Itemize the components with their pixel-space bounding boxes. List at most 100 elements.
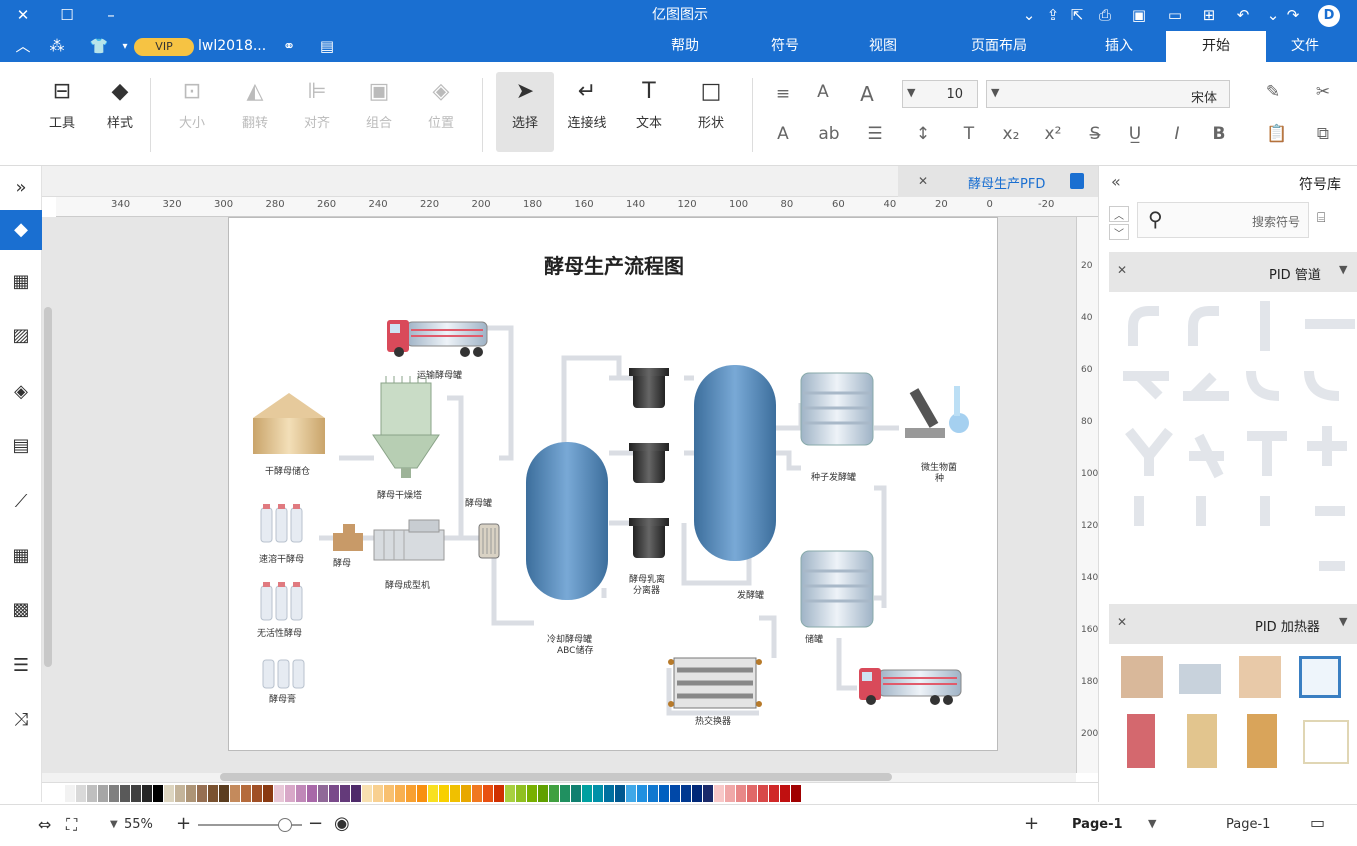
zoom-level[interactable]: 55% — [124, 817, 153, 832]
font-family-select[interactable]: ▼ 宋体 — [986, 80, 1230, 108]
tab-help[interactable]: 帮助 — [652, 31, 718, 62]
palette-swatch[interactable] — [318, 785, 328, 802]
palette-swatch[interactable] — [208, 785, 218, 802]
library-menu-icon[interactable]: ⌸ — [1317, 210, 1325, 226]
print-icon[interactable]: ⎙ — [1094, 0, 1116, 31]
apps-icon[interactable]: ⁂ — [46, 31, 68, 62]
text-button[interactable]: T 文本 — [620, 72, 678, 152]
palette-swatch[interactable] — [54, 785, 64, 802]
collapse-panel-icon[interactable]: « — [1111, 172, 1121, 191]
palette-swatch[interactable] — [472, 785, 482, 802]
close-icon[interactable]: ✕ — [918, 174, 928, 188]
collapse-ribbon-icon[interactable]: ︿ — [12, 31, 34, 62]
symbol-search-input[interactable]: ⚲ 搜索符号 — [1137, 202, 1309, 238]
palette-swatch[interactable] — [230, 785, 240, 802]
palette-swatch[interactable] — [626, 785, 636, 802]
palette-swatch[interactable] — [131, 785, 141, 802]
username[interactable]: lwl2018... — [198, 31, 266, 62]
palette-swatch[interactable] — [516, 785, 526, 802]
palette-swatch[interactable] — [571, 785, 581, 802]
superscript-icon[interactable]: x² — [1042, 124, 1064, 144]
chevron-down-icon[interactable]: ⌄ — [1262, 0, 1284, 31]
bold-icon[interactable]: B — [1208, 124, 1230, 144]
connector-button[interactable]: ↵ 连接线 — [558, 72, 616, 152]
close-icon[interactable]: ✕ — [1117, 263, 1127, 277]
spacing-icon[interactable]: ↕ — [912, 124, 934, 144]
save-icon[interactable]: ▣ — [1128, 0, 1150, 31]
palette-swatch[interactable] — [252, 785, 262, 802]
palette-swatch[interactable] — [494, 785, 504, 802]
palette-swatch[interactable] — [615, 785, 625, 802]
underline-icon[interactable]: U̲ — [1124, 124, 1146, 144]
palette-swatch[interactable] — [483, 785, 493, 802]
font-color-icon[interactable]: A — [772, 124, 794, 144]
select-button[interactable]: ➤ 选择 — [496, 72, 554, 152]
zoom-slider-handle[interactable] — [278, 818, 292, 832]
palette-swatch[interactable] — [549, 785, 559, 802]
section-pid-heaters[interactable]: ✕ PID 加热器 ▼ — [1109, 604, 1357, 644]
palette-swatch[interactable] — [406, 785, 416, 802]
group-button[interactable]: ▣ 组合 — [350, 72, 408, 152]
font-size-select[interactable]: ▼ 10 — [902, 80, 978, 108]
palette-swatch[interactable] — [395, 785, 405, 802]
chevron-down-icon[interactable]: ▾ — [114, 31, 136, 62]
tshirt-icon[interactable]: 👕 — [88, 31, 110, 62]
palette-swatch[interactable] — [263, 785, 273, 802]
image-icon[interactable]: ▨ — [0, 316, 42, 356]
palette-swatch[interactable] — [659, 785, 669, 802]
vertical-scrollbar[interactable] — [44, 307, 52, 667]
palette-swatch[interactable] — [703, 785, 713, 802]
palette-swatch[interactable] — [175, 785, 185, 802]
italic-icon[interactable]: I — [1166, 124, 1188, 144]
tab-symbols[interactable]: 符号 — [752, 31, 818, 62]
scroll-up-icon[interactable]: ︿ — [1109, 206, 1129, 222]
palette-swatch[interactable] — [186, 785, 196, 802]
palette-swatch[interactable] — [142, 785, 152, 802]
font-shrink-icon[interactable]: A — [812, 82, 834, 102]
palette-swatch[interactable] — [329, 785, 339, 802]
text-format-icon[interactable]: T — [958, 124, 980, 144]
scroll-thumb[interactable] — [220, 773, 892, 781]
page-tab[interactable]: Page-1 — [1072, 817, 1123, 832]
page-selector[interactable]: Page-1 — [1226, 817, 1270, 832]
layers-icon[interactable]: ◈ — [0, 372, 42, 412]
palette-swatch[interactable] — [285, 785, 295, 802]
redo-icon[interactable]: ↷ — [1282, 0, 1304, 31]
tab-file[interactable]: 文件 — [1272, 31, 1338, 62]
palette-swatch[interactable] — [153, 785, 163, 802]
list-icon[interactable]: ☰ — [864, 124, 886, 144]
shuffle-icon[interactable]: ⤨ — [0, 700, 42, 740]
palette-swatch[interactable] — [505, 785, 515, 802]
palette-swatch[interactable] — [98, 785, 108, 802]
palette-swatch[interactable] — [76, 785, 86, 802]
palette-swatch[interactable] — [197, 785, 207, 802]
palette-swatch[interactable] — [65, 785, 75, 802]
palette-swatch[interactable] — [307, 785, 317, 802]
strikethrough-icon[interactable]: S̶ — [1084, 124, 1106, 144]
highlight-icon[interactable]: ab — [818, 124, 840, 144]
heater-symbol[interactable] — [1187, 714, 1217, 768]
zoom-out-icon[interactable]: − — [308, 813, 323, 834]
share-nodes-icon[interactable]: ⚭ — [278, 31, 300, 62]
palette-swatch[interactable] — [340, 785, 350, 802]
palette-swatch[interactable] — [637, 785, 647, 802]
palette-swatch[interactable] — [417, 785, 427, 802]
palette-swatch[interactable] — [769, 785, 779, 802]
vip-badge[interactable]: VIP — [134, 38, 194, 56]
document-tab[interactable]: ✕ 酵母生产PFD — [898, 166, 1098, 197]
feedback-icon[interactable]: ▤ — [316, 31, 338, 62]
diagram-title[interactable]: 酵母生产流程图 — [229, 250, 999, 279]
play-icon[interactable]: ◉ — [334, 813, 350, 834]
fill-icon[interactable]: ◆ — [0, 210, 42, 250]
align-button[interactable]: ⊫ 对齐 — [288, 72, 346, 152]
heater-symbol[interactable] — [1239, 656, 1281, 698]
palette-swatch[interactable] — [351, 785, 361, 802]
grid-icon[interactable]: ▦ — [0, 262, 42, 302]
section-pid-pipes[interactable]: ✕ PID 管道 ▼ — [1109, 252, 1357, 292]
copy-icon[interactable]: ⧉ — [1312, 124, 1334, 144]
palette-swatch[interactable] — [373, 785, 383, 802]
heater-symbol[interactable] — [1121, 656, 1163, 698]
export-icon[interactable]: ⇱ — [1066, 0, 1088, 31]
palette-swatch[interactable] — [538, 785, 548, 802]
heater-symbol[interactable] — [1299, 656, 1341, 698]
